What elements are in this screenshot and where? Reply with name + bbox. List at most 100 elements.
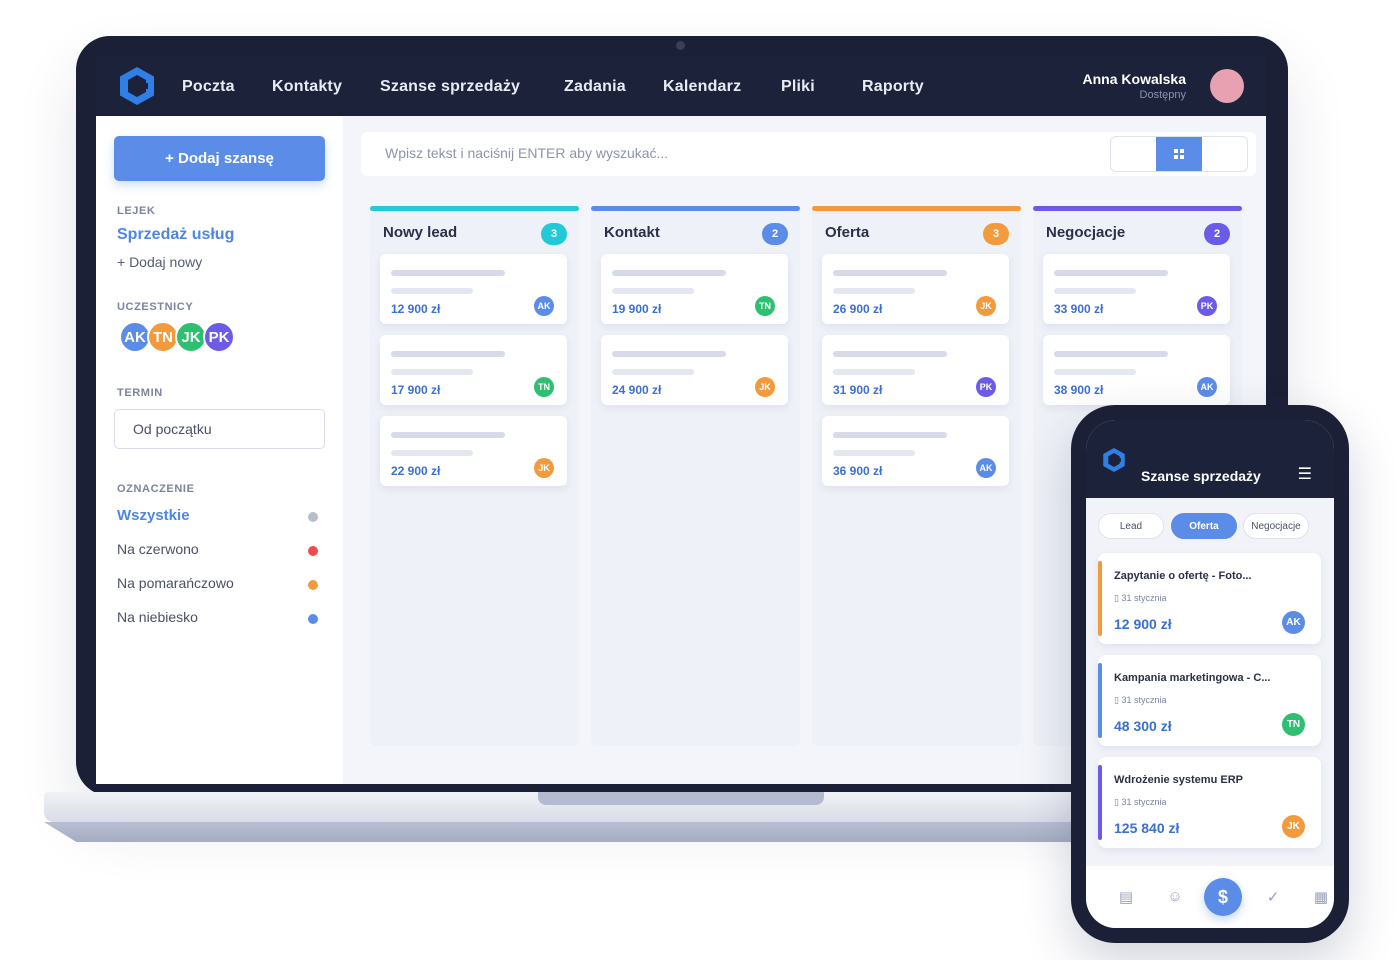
label-filter-all[interactable]: Wszystkie [117, 507, 322, 527]
deal-owner-avatar: TN [534, 377, 554, 397]
nav-item-raporty[interactable]: Raporty [862, 78, 924, 96]
mobile-stage-tabs: Lead Oferta Negocjacje [1098, 513, 1326, 539]
tab-negocjacje[interactable]: Negocjacje [1243, 513, 1309, 539]
card-color-stripe [1098, 663, 1102, 738]
grid-icon [1173, 149, 1184, 159]
card-color-stripe [1098, 765, 1102, 840]
label-filter-orange[interactable]: Na pomarańczowo [117, 575, 322, 595]
laptop-notch [538, 792, 824, 805]
deal-card[interactable]: 31 900 zł PK [822, 335, 1009, 405]
column-title: Oferta [825, 224, 870, 241]
nav-item-pliki[interactable]: Pliki [781, 78, 815, 96]
view-toggle [1110, 136, 1248, 172]
laptop-base-edge [44, 822, 1124, 842]
card-placeholder-line [612, 288, 694, 294]
search-input[interactable]: Wpisz tekst i naciśnij ENTER aby wyszuka… [385, 145, 668, 161]
tab-oferta[interactable]: Oferta [1171, 513, 1237, 539]
deal-date: ▯ 31 stycznia [1114, 695, 1167, 706]
deal-owner-avatar: JK [976, 296, 996, 316]
participants-section-label: UCZESTNICY [117, 301, 194, 313]
grid-view-button[interactable] [1156, 137, 1202, 171]
deal-owner-avatar: TN [1282, 713, 1305, 736]
list-view-button[interactable] [1111, 137, 1156, 171]
deal-amount: 24 900 zł [612, 383, 662, 397]
tasks-icon[interactable]: ✓ [1261, 888, 1285, 906]
participant-avatar-pk[interactable]: PK [203, 321, 235, 353]
deal-card[interactable]: 26 900 zł JK [822, 254, 1009, 324]
column-count-badge: 2 [762, 223, 788, 245]
column-color-bar [1033, 206, 1242, 211]
deal-amount: 19 900 zł [612, 302, 662, 316]
deal-card[interactable]: 24 900 zł JK [601, 335, 788, 405]
column-title: Nowy lead [383, 224, 458, 241]
column-color-bar [812, 206, 1021, 211]
column-title: Negocjacje [1046, 224, 1126, 241]
deal-owner-avatar: JK [534, 458, 554, 478]
calendar-icon: ▯ [1114, 797, 1119, 807]
deal-name: Wdrożenie systemu ERP [1114, 774, 1243, 786]
deal-amount: 33 900 zł [1054, 302, 1104, 316]
dollar-icon[interactable]: $ [1204, 878, 1242, 916]
app-logo-icon[interactable] [118, 66, 156, 106]
calendar-icon[interactable]: ▦ [1309, 888, 1333, 906]
card-placeholder-line [833, 369, 915, 375]
sidebar: + Dodaj szansę LEJEK Sprzedaż usług + Do… [96, 116, 343, 784]
mobile-deal-card[interactable]: Zapytanie o ofertę - Foto... ▯ 31 styczn… [1098, 553, 1321, 644]
card-placeholder-line [391, 450, 473, 456]
kanban-column-oferta: Oferta 3 26 900 zł JK 31 900 zł PK 36 90… [812, 206, 1021, 746]
card-placeholder-line [612, 351, 726, 357]
nav-item-kalendarz[interactable]: Kalendarz [663, 78, 741, 96]
deal-card[interactable]: 19 900 zł TN [601, 254, 788, 324]
hamburger-icon[interactable]: ☰ [1298, 464, 1312, 484]
deal-card[interactable]: 38 900 zł AK [1043, 335, 1230, 405]
user-name[interactable]: Anna Kowalska [1083, 71, 1186, 87]
card-placeholder-line [1054, 270, 1168, 276]
calendar-view-button[interactable] [1202, 137, 1247, 171]
term-select[interactable]: Od początku [114, 409, 325, 449]
deal-card[interactable]: 33 900 zł PK [1043, 254, 1230, 324]
add-pipeline-link[interactable]: + Dodaj nowy [117, 254, 202, 270]
deal-amount: 26 900 zł [833, 302, 883, 316]
tab-lead[interactable]: Lead [1098, 513, 1164, 539]
top-navbar: Poczta Kontakty Szanse sprzedaży Zadania… [96, 56, 1266, 116]
label-dot-gray [308, 512, 318, 522]
label-dot-orange [308, 580, 318, 590]
mail-icon[interactable]: ▤ [1114, 888, 1138, 906]
label-filter-blue[interactable]: Na niebiesko [117, 609, 322, 629]
card-placeholder-line [1054, 351, 1168, 357]
nav-item-zadania[interactable]: Zadania [564, 78, 626, 96]
card-placeholder-line [833, 288, 915, 294]
nav-item-kontakty[interactable]: Kontakty [272, 78, 342, 96]
deal-amount: 38 900 zł [1054, 383, 1104, 397]
contacts-icon[interactable]: ☺ [1163, 888, 1187, 905]
participants-list: AK TN JK PK [119, 321, 235, 353]
add-opportunity-button[interactable]: + Dodaj szansę [114, 136, 325, 181]
nav-item-poczta[interactable]: Poczta [182, 78, 235, 96]
label-filter-red[interactable]: Na czerwono [117, 541, 322, 561]
column-count-badge: 2 [1204, 223, 1230, 245]
deal-card[interactable]: 36 900 zł AK [822, 416, 1009, 486]
card-placeholder-line [833, 450, 915, 456]
nav-item-szanse-sprzedazy[interactable]: Szanse sprzedaży [380, 78, 520, 96]
deal-card[interactable]: 17 900 zł TN [380, 335, 567, 405]
column-color-bar [370, 206, 579, 211]
laptop-camera [676, 41, 685, 50]
deal-amount: 48 300 zł [1114, 718, 1172, 734]
mobile-deal-card[interactable]: Wdrożenie systemu ERP ▯ 31 stycznia 125 … [1098, 757, 1321, 848]
deal-card[interactable]: 12 900 zł AK [380, 254, 567, 324]
mobile-header: Szanse sprzedaży ☰ [1086, 420, 1334, 498]
calendar-icon: ▯ [1114, 593, 1119, 603]
label-filter-text: Na niebiesko [117, 609, 198, 625]
app-logo-icon[interactable] [1102, 447, 1126, 473]
column-count-badge: 3 [983, 223, 1009, 245]
user-status: Dostępny [1139, 89, 1186, 101]
deal-amount: 125 840 zł [1114, 820, 1180, 836]
deal-card[interactable]: 22 900 zł JK [380, 416, 567, 486]
card-placeholder-line [1054, 288, 1136, 294]
mobile-deal-card[interactable]: Kampania marketingowa - C... ▯ 31 styczn… [1098, 655, 1321, 746]
label-filter-text: Na czerwono [117, 541, 199, 557]
label-dot-red [308, 546, 318, 556]
pipeline-selected[interactable]: Sprzedaż usług [117, 226, 234, 244]
user-avatar[interactable] [1210, 69, 1244, 103]
kanban-column-nowy-lead: Nowy lead 3 12 900 zł AK 17 900 zł TN 22… [370, 206, 579, 746]
